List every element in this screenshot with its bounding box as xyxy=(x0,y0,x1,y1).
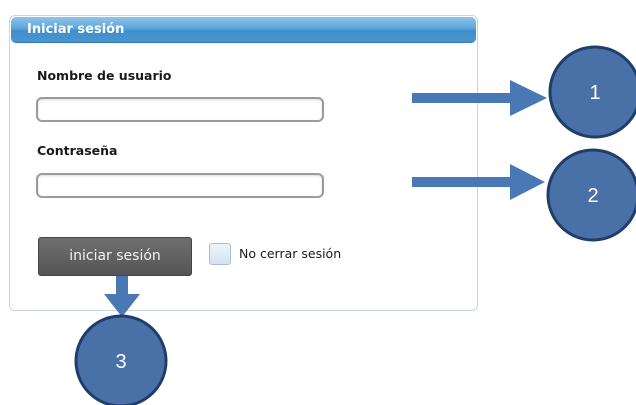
arrow-3 xyxy=(104,276,140,317)
marker-2-label: 2 xyxy=(587,185,598,207)
marker-1: 1 xyxy=(548,45,636,139)
marker-3: 3 xyxy=(74,314,168,405)
marker-1-label: 1 xyxy=(589,82,600,104)
annotation-overlay: 1 2 3 xyxy=(74,45,636,405)
arrow-1 xyxy=(412,80,547,116)
marker-2: 2 xyxy=(546,148,636,242)
arrow-2 xyxy=(412,164,545,200)
screen: Iniciar sesión Nombre de usuario Contras… xyxy=(0,0,636,405)
marker-3-label: 3 xyxy=(115,351,126,373)
